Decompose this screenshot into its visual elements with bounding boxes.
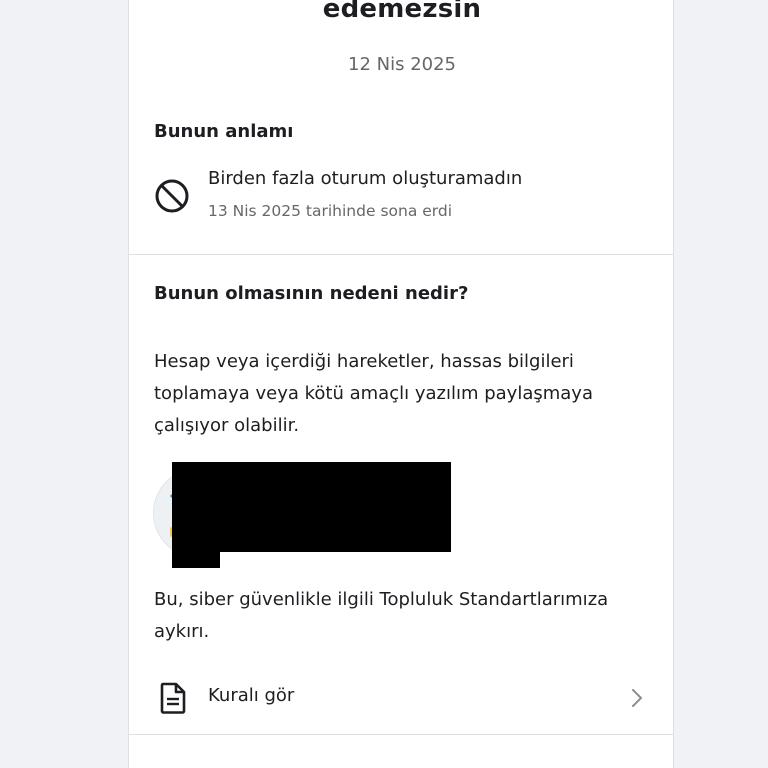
chevron-right-icon xyxy=(632,689,642,707)
document-icon xyxy=(160,682,186,714)
block-icon xyxy=(155,179,189,213)
policy-note: Bu, siber güvenlikle ilgili Topluluk Sta… xyxy=(154,589,609,642)
redacted-attachment xyxy=(153,462,453,570)
page-title: edemezsin xyxy=(322,0,482,24)
reason-heading: Bunun olmasının nedeni nedir? xyxy=(154,283,469,304)
section-divider-bottom xyxy=(129,734,673,735)
notice-date: 12 Nis 2025 xyxy=(348,54,456,75)
see-rule-link[interactable]: Kuralı gör xyxy=(129,668,673,728)
restriction-title: Birden fazla oturum oluşturamadın xyxy=(208,168,523,189)
see-rule-label: Kuralı gör xyxy=(208,685,295,706)
section-divider xyxy=(129,254,673,255)
content-card: edemezsin 12 Nis 2025 Bunun anlamı Birde… xyxy=(128,0,674,768)
redaction-box xyxy=(172,462,451,552)
page: edemezsin 12 Nis 2025 Bunun anlamı Birde… xyxy=(0,0,768,768)
meaning-heading: Bunun anlamı xyxy=(154,121,294,142)
restriction-expiry: 13 Nis 2025 tarihinde sona erdi xyxy=(208,202,453,220)
redaction-box-tail xyxy=(172,550,220,568)
reason-explanation: Hesap veya içerdiği hareketler, hassas b… xyxy=(154,351,593,436)
